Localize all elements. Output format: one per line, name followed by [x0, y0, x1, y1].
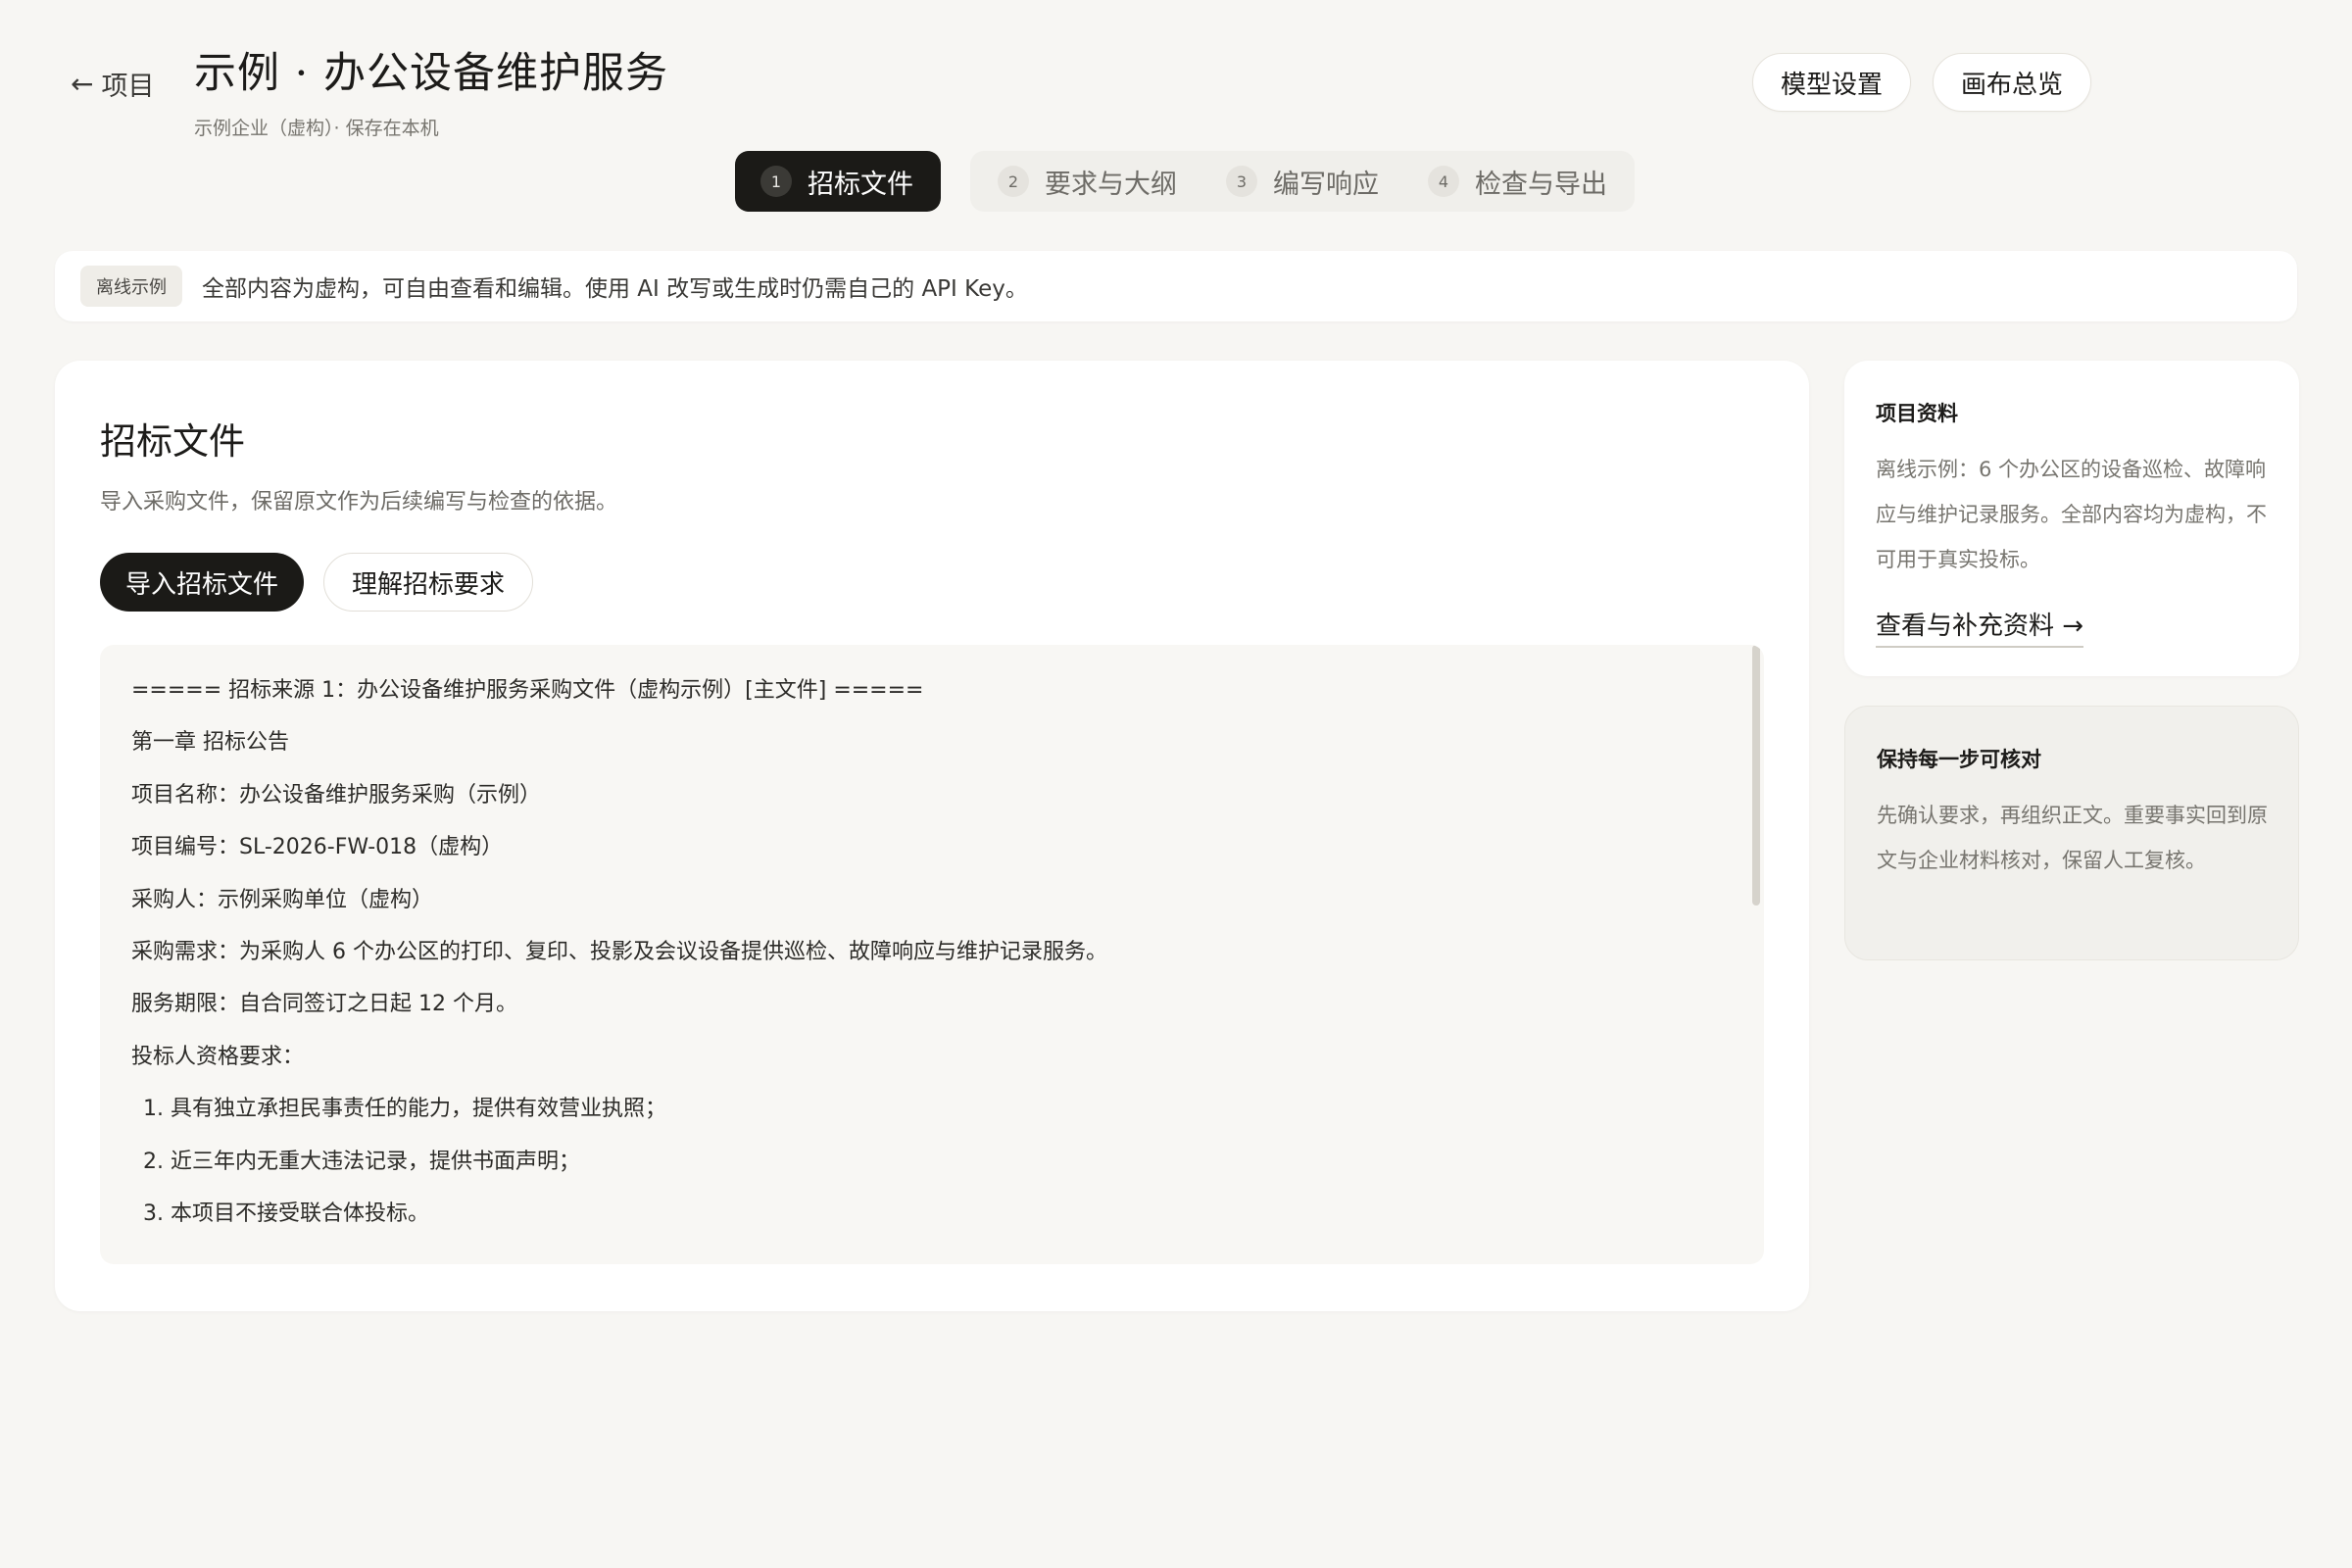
- page: ← 项目 示例 · 办公设备维护服务 示例企业（虚构）· 保存在本机 模型设置 …: [0, 0, 2352, 1568]
- document-line: 2. 近三年内无重大违法记录，提供书面声明；: [143, 1149, 580, 1174]
- step-group-inactive: 2 要求与大纲 3 编写响应 4 检查与导出: [970, 151, 1635, 212]
- project-info-card: 项目资料 离线示例：6 个办公区的设备巡检、故障响应与维护记录服务。全部内容均为…: [1844, 361, 2299, 676]
- arrow-left-icon: ←: [71, 67, 94, 100]
- notice-text: 全部内容为虚构，可自由查看和编辑。使用 AI 改写或生成时仍需自己的 API K…: [202, 276, 1028, 302]
- step-label: 检查与导出: [1475, 169, 1607, 200]
- step-tab-check-export[interactable]: 4 检查与导出: [1428, 163, 1607, 201]
- view-supplement-info-link[interactable]: 查看与补充资料 →: [1876, 606, 2084, 648]
- header-actions: 模型设置 画布总览: [1751, 53, 2091, 112]
- document-line: 采购人：示例采购单位（虚构）: [131, 887, 434, 912]
- step-tabs: 1 招标文件 2 要求与大纲 3 编写响应 4 检查与导出: [735, 151, 1635, 212]
- import-tender-file-button[interactable]: 导入招标文件: [100, 553, 305, 612]
- page-title: 示例 · 办公设备维护服务: [194, 49, 669, 98]
- understand-requirements-button[interactable]: 理解招标要求: [323, 553, 534, 612]
- step-number: 1: [760, 166, 792, 197]
- document-line: 采购需求：为采购人 6 个办公区的打印、复印、投影及会议设备提供巡检、故障响应与…: [131, 939, 1107, 964]
- section-actions: 导入招标文件 理解招标要求: [100, 553, 534, 612]
- section-description: 导入采购文件，保留原文作为后续编写与检查的依据。: [100, 490, 618, 514]
- tip-text: 先确认要求，再组织正文。重要事实回到原文与企业材料核对，保留人工复核。: [1877, 804, 2268, 872]
- title-block: 示例 · 办公设备维护服务 示例企业（虚构）· 保存在本机: [194, 39, 668, 140]
- step-number: 2: [998, 166, 1029, 197]
- document-line: 1. 具有独立承担民事责任的能力，提供有效营业执照；: [143, 1097, 666, 1122]
- step-label: 编写响应: [1273, 169, 1379, 200]
- step-label: 要求与大纲: [1045, 169, 1177, 200]
- back-to-projects-link[interactable]: ← 项目: [71, 65, 154, 103]
- step-label: 招标文件: [808, 169, 913, 200]
- document-lines: ===== 招标来源 1：办公设备维护服务采购文件（虚构示例）[主文件] ===…: [131, 678, 1107, 1255]
- canvas-overview-button[interactable]: 画布总览: [1932, 53, 2091, 112]
- back-label: 项目: [101, 72, 155, 102]
- document-line: 项目名称：办公设备维护服务采购（示例）: [131, 782, 542, 808]
- document-line: 服务期限：自合同签订之日起 12 个月。: [131, 992, 517, 1017]
- project-info-text: 离线示例：6 个办公区的设备巡检、故障响应与维护记录服务。全部内容均为虚构，不可…: [1876, 458, 2267, 571]
- step-number: 4: [1428, 166, 1459, 197]
- step-number: 3: [1226, 166, 1257, 197]
- document-line: ===== 招标来源 1：办公设备维护服务采购文件（虚构示例）[主文件] ===…: [131, 678, 924, 703]
- document-text-area[interactable]: ===== 招标来源 1：办公设备维护服务采购文件（虚构示例）[主文件] ===…: [100, 645, 1764, 1264]
- tip-title: 保持每一步可核对: [1877, 748, 2041, 771]
- document-line: 第一章 招标公告: [131, 730, 289, 756]
- document-line: 3. 本项目不接受联合体投标。: [143, 1200, 429, 1226]
- document-line: 投标人资格要求：: [131, 1044, 305, 1069]
- offline-badge: 离线示例: [80, 266, 182, 307]
- model-settings-button[interactable]: 模型设置: [1751, 53, 1911, 112]
- document-scrollbar[interactable]: [1752, 645, 1760, 906]
- offline-notice-banner: 离线示例 全部内容为虚构，可自由查看和编辑。使用 AI 改写或生成时仍需自己的 …: [55, 251, 2297, 321]
- step-tab-write-response[interactable]: 3 编写响应: [1226, 163, 1379, 201]
- tender-file-card: 招标文件 导入采购文件，保留原文作为后续编写与检查的依据。 导入招标文件 理解招…: [55, 361, 1809, 1311]
- project-info-title: 项目资料: [1876, 402, 1958, 425]
- verification-tip-card: 保持每一步可核对 先确认要求，再组织正文。重要事实回到原文与企业材料核对，保留人…: [1844, 706, 2299, 960]
- document-line: 项目编号：SL-2026-FW-018（虚构）: [131, 835, 504, 860]
- section-title: 招标文件: [100, 420, 245, 463]
- step-tab-tender-file[interactable]: 1 招标文件: [735, 151, 941, 212]
- step-tab-requirements-outline[interactable]: 2 要求与大纲: [998, 163, 1177, 201]
- page-subtitle: 示例企业（虚构）· 保存在本机: [194, 118, 439, 139]
